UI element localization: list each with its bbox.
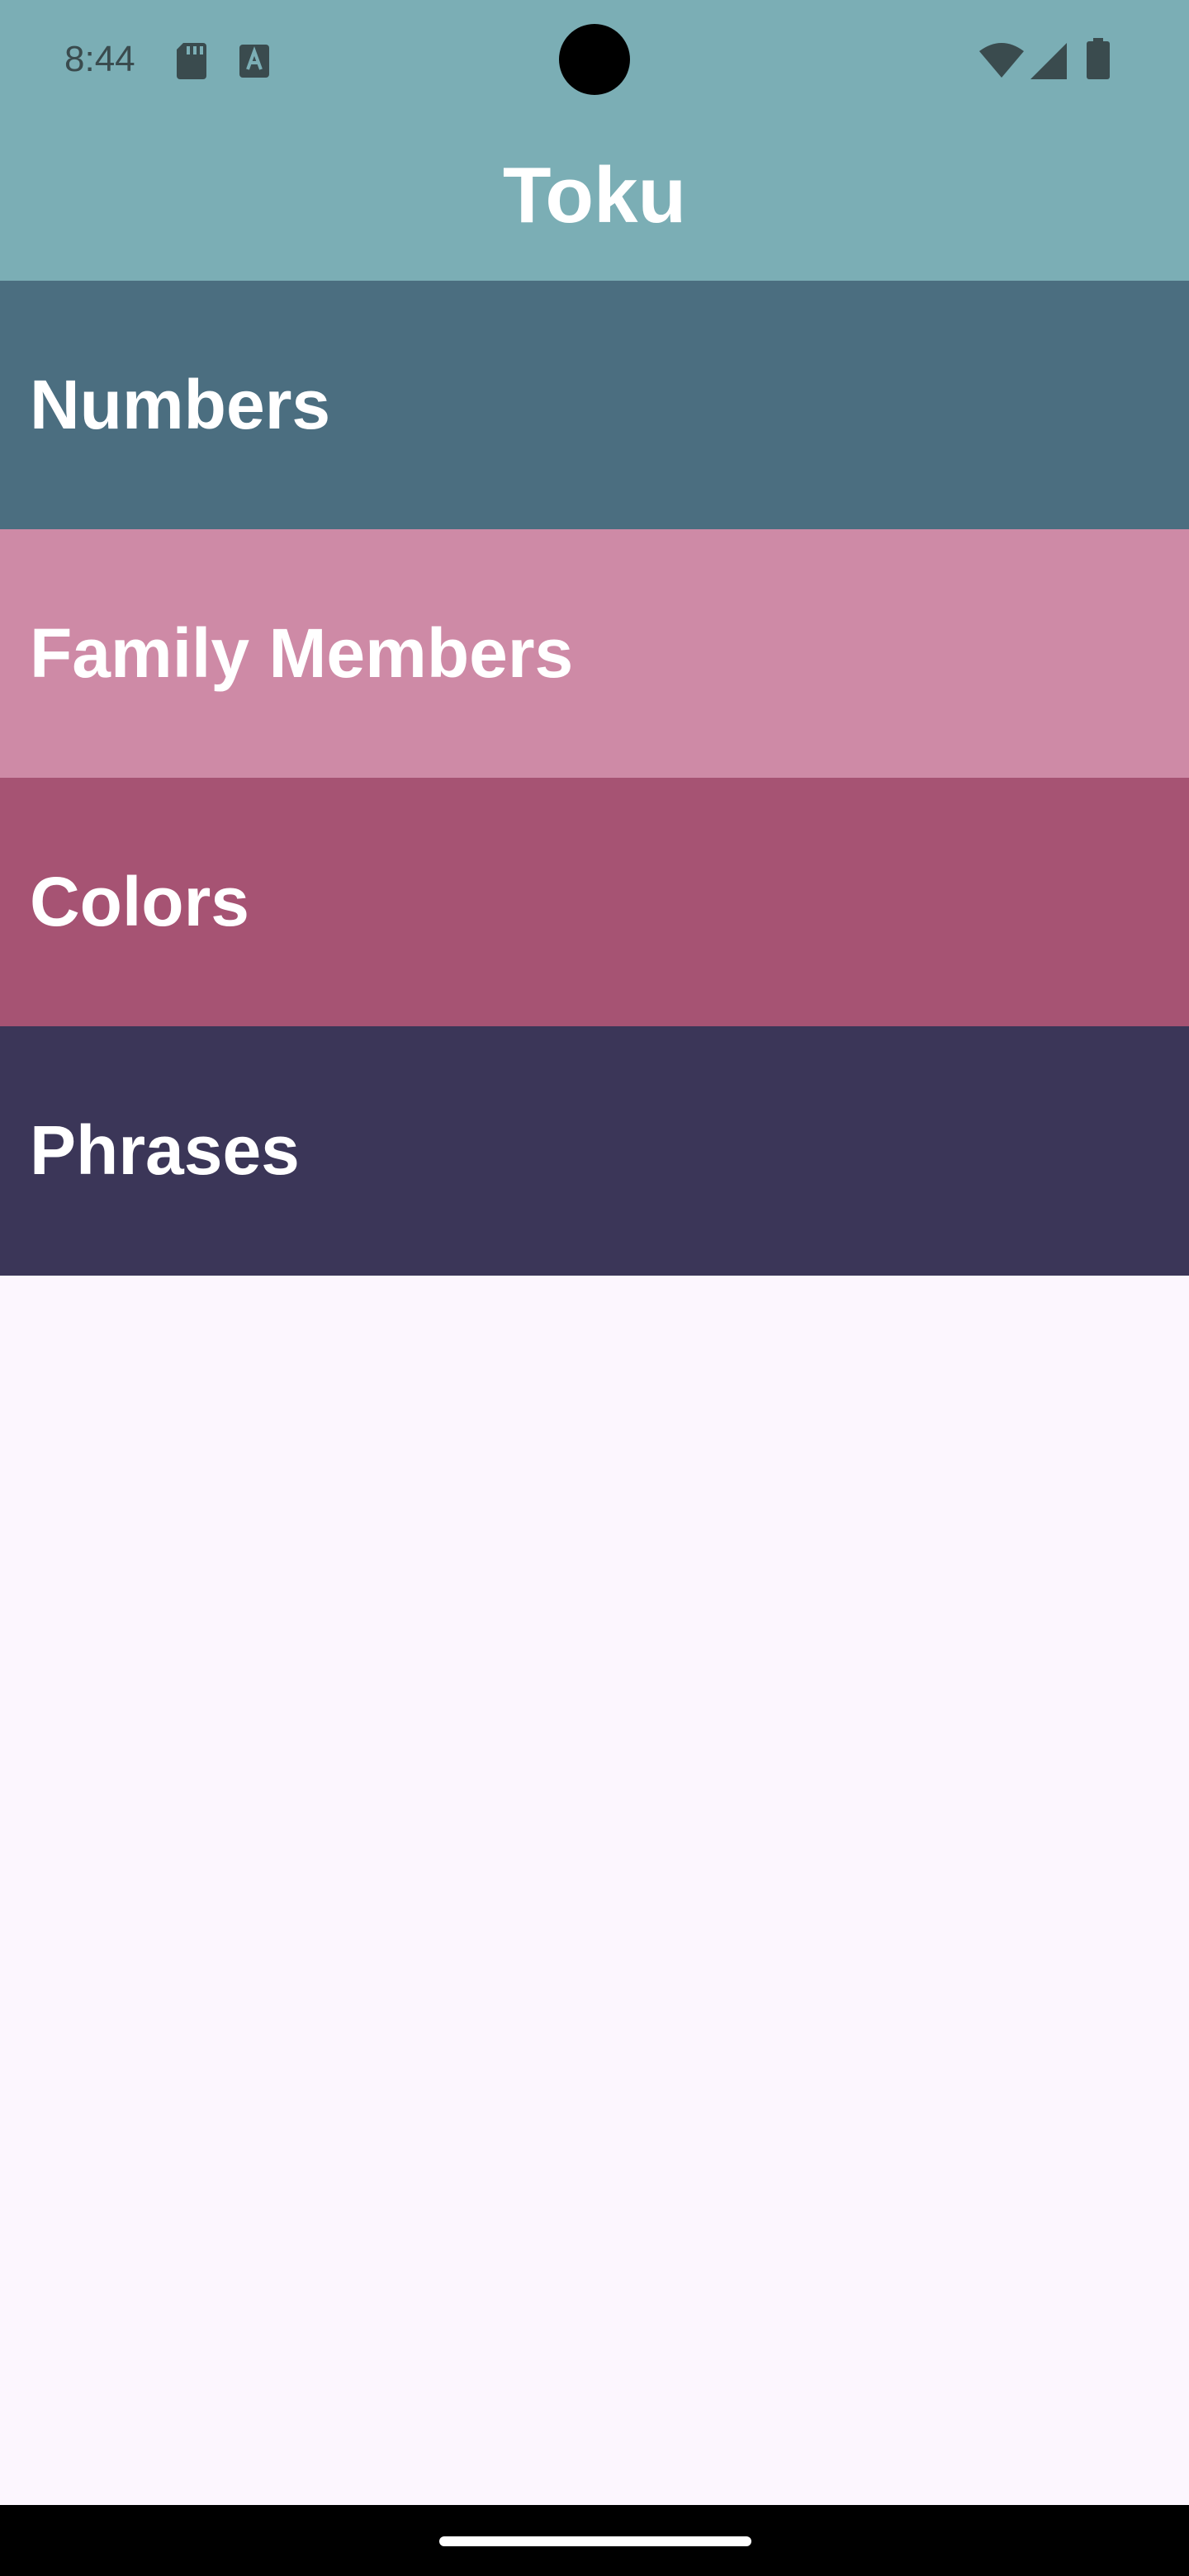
category-label: Numbers: [30, 366, 331, 443]
camera-cutout: [559, 24, 630, 95]
app-bar: Toku: [0, 119, 1189, 281]
sd-card-icon: [177, 43, 206, 79]
status-time: 8:44: [64, 39, 135, 79]
category-colors[interactable]: Colors: [0, 778, 1189, 1026]
category-label: Family Members: [30, 614, 574, 692]
navigation-bar: [0, 2505, 1189, 2576]
wifi-icon: [979, 43, 1024, 78]
text-recognition-icon: [239, 45, 269, 78]
category-label: Colors: [30, 863, 250, 940]
battery-icon: [1087, 38, 1110, 79]
status-bar: 8:44: [0, 0, 1189, 119]
home-gesture-handle[interactable]: [439, 2536, 751, 2546]
category-family-members[interactable]: Family Members: [0, 529, 1189, 778]
category-phrases[interactable]: Phrases: [0, 1026, 1189, 1276]
app-title: Toku: [502, 151, 687, 239]
category-label: Phrases: [30, 1111, 300, 1189]
cellular-signal-icon: [1030, 43, 1067, 79]
category-numbers[interactable]: Numbers: [0, 281, 1189, 529]
